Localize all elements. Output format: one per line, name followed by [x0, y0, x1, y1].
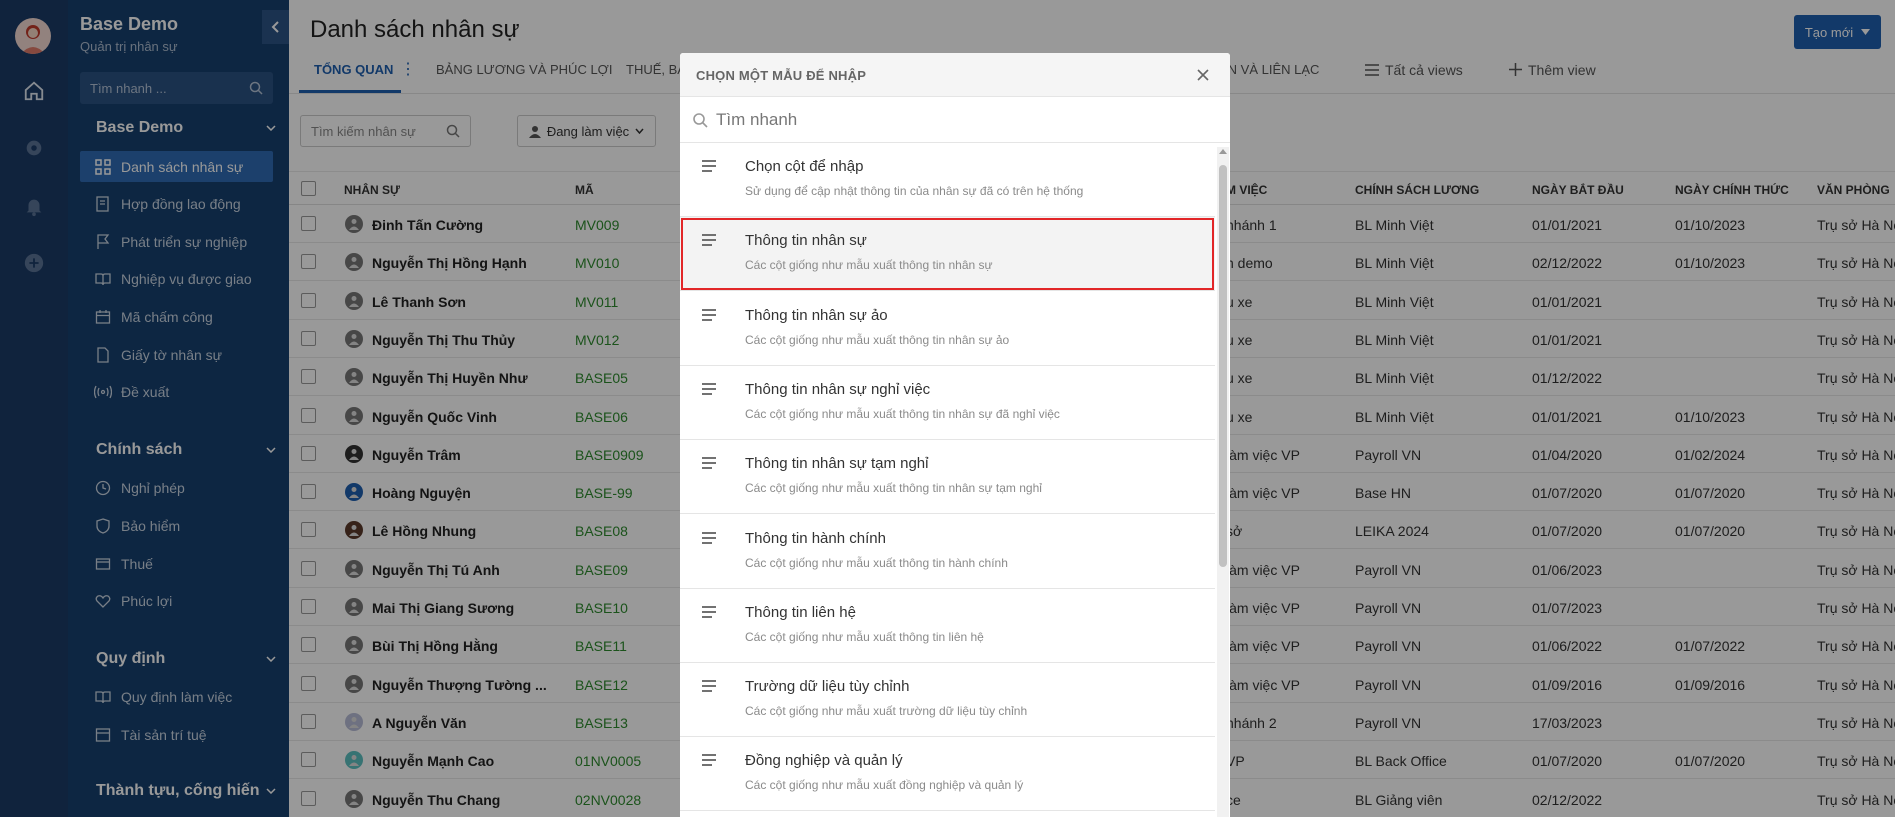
scroll-up-arrow[interactable] [1219, 149, 1227, 154]
template-option[interactable]: Thông tin nhân sự ảo Các cột giống như mẫ… [680, 292, 1215, 366]
template-option-description: Sử dụng để cập nhật thông tin của nhân s… [745, 184, 1084, 198]
template-option[interactable]: Chọn cột để nhập Sử dụng để cập nhật thôn… [680, 143, 1215, 217]
lines-icon [702, 383, 716, 395]
close-icon [1197, 69, 1209, 81]
template-option-description: Các cột giống như mẫu xuất trường dữ liệ… [745, 704, 1028, 719]
modal-title: CHỌN MỘT MẪU ĐỂ NHẬP [696, 68, 867, 83]
template-option[interactable]: Thông tin hành chính Các cột giống như mẫ… [680, 515, 1215, 589]
template-option-description: Các cột giống như mẫu xuất thông tin hàn… [745, 555, 1008, 570]
template-option-description: Các cột giống như mẫu xuất thông tin nhâ… [745, 258, 993, 273]
lines-icon [702, 457, 716, 469]
template-option-title: Thông tin nhân sự [745, 232, 867, 250]
scrollbar-thumb[interactable] [1219, 165, 1227, 567]
lines-icon [702, 680, 716, 692]
template-option[interactable]: Thông tin liên hệ Các cột giống như mẫu x… [680, 589, 1215, 663]
template-list-scrollbar[interactable] [1217, 147, 1229, 817]
template-option-title: Thông tin hành chính [745, 529, 886, 547]
template-option-title: Thông tin liên hệ [745, 603, 856, 621]
template-option-description: Các cột giống như mẫu xuất thông tin nhâ… [745, 481, 1042, 496]
modal-search-input[interactable] [716, 109, 1196, 130]
template-option[interactable]: Thông tin nhân sự tạm nghỉ Các cột giống … [680, 440, 1215, 515]
template-option-title: Thông tin nhân sự tạm nghỉ [745, 455, 929, 473]
template-option-description: Các cột giống như mẫu xuất thông tin liê… [745, 629, 984, 644]
lines-icon [702, 606, 716, 618]
import-template-modal: CHỌN MỘT MẪU ĐỂ NHẬP Chọn cột để nhập Sử … [680, 53, 1230, 817]
modal-search-bar [680, 97, 1230, 143]
lines-icon [702, 754, 716, 767]
template-option[interactable]: Đồng nghiệp và quản lý Các cột giống như … [680, 737, 1215, 812]
template-option-title: Chọn cột để nhập [745, 158, 864, 175]
template-option[interactable]: Thông tin nhân sự Các cột giống như mẫu x… [680, 217, 1215, 292]
lines-icon [702, 308, 716, 321]
template-option-title: Đồng nghiệp và quản lý [745, 752, 903, 770]
template-option-title: Thông tin nhân sự ảo [745, 306, 888, 324]
lines-icon [702, 160, 716, 172]
close-modal-button[interactable] [1191, 63, 1215, 87]
lines-icon [702, 531, 716, 544]
search-icon [693, 112, 708, 128]
template-option-description: Các cột giống như mẫu xuất thông tin nhâ… [745, 406, 1060, 421]
template-list: Chọn cột để nhập Sử dụng để cập nhật thôn… [680, 143, 1215, 817]
template-option-title: Trường dữ liệu tùy chỉnh [745, 678, 910, 696]
template-option-description: Các cột giống như mẫu xuất thông tin nhâ… [745, 332, 1010, 347]
template-option[interactable]: Trường dữ liệu tùy chỉnh Các cột giống nh… [680, 663, 1215, 738]
template-option-title: Thông tin nhân sự nghỉ việc [745, 380, 931, 398]
template-option[interactable]: Thông tin nhân sự nghỉ việc Các cột giống… [680, 366, 1215, 440]
modal-header: CHỌN MỘT MẪU ĐỂ NHẬP [680, 53, 1230, 97]
template-option-description: Các cột giống như mẫu xuất đồng nghiệp v… [745, 778, 1024, 793]
lines-icon [702, 234, 716, 247]
